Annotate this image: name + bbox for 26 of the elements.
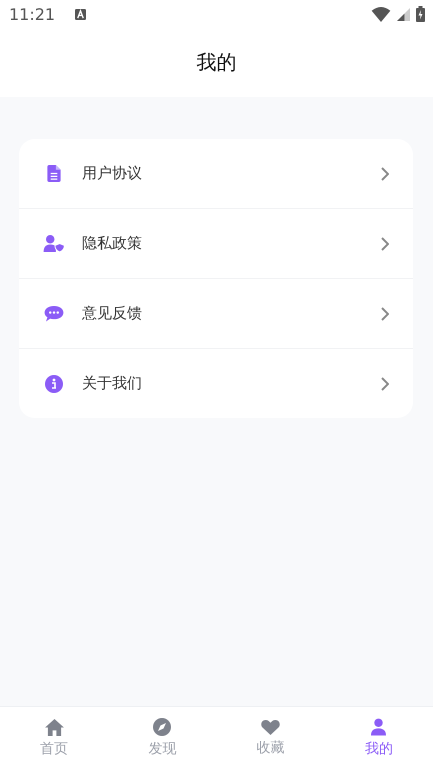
menu-label: 关于我们 xyxy=(82,374,143,393)
tab[interactable]: 我的 xyxy=(324,707,433,769)
notification-icon xyxy=(75,8,86,20)
status-time: 11:21 xyxy=(9,4,56,24)
page-title: 我的 xyxy=(196,49,236,76)
heart-icon xyxy=(261,719,280,735)
menu-label: 用户协议 xyxy=(82,164,143,183)
menu-item[interactable]: 关于我们 xyxy=(19,348,413,418)
chevron-right-icon xyxy=(381,306,389,320)
user-icon xyxy=(371,718,386,736)
info-icon xyxy=(43,374,65,392)
menu-item[interactable]: 用户协议 xyxy=(19,139,413,208)
menu-label: 意见反馈 xyxy=(82,304,143,323)
battery-icon xyxy=(416,6,425,22)
chat-icon xyxy=(43,306,65,322)
home-icon xyxy=(44,718,64,736)
wifi-icon xyxy=(371,6,391,22)
menu-label: 隐私政策 xyxy=(82,234,143,253)
user-shield-icon xyxy=(43,235,65,252)
chevron-right-icon xyxy=(381,376,389,390)
compass-icon xyxy=(153,718,172,736)
signal-icon xyxy=(397,8,410,20)
menu-item[interactable]: 意见反馈 xyxy=(19,278,413,348)
menu-item[interactable]: 隐私政策 xyxy=(19,208,413,278)
chevron-right-icon xyxy=(381,166,389,180)
chevron-right-icon xyxy=(381,236,389,250)
